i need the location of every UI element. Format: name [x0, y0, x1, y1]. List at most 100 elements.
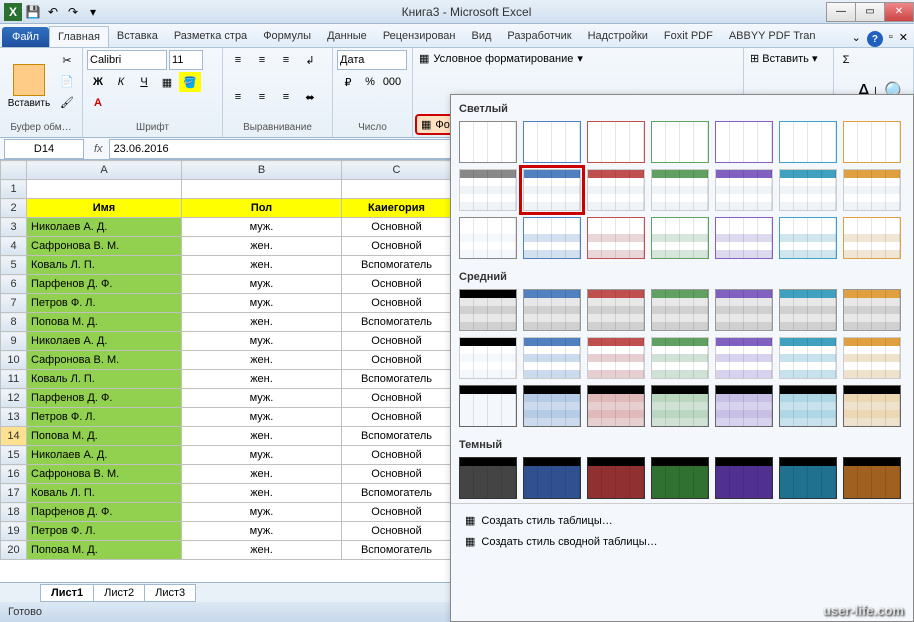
conditional-formatting-button[interactable]: ▦ Условное форматирование ▾	[415, 50, 741, 67]
name-box[interactable]: D14	[4, 139, 84, 159]
align-middle-icon[interactable]: ≡	[251, 50, 273, 70]
cell[interactable]: муж.	[182, 294, 342, 313]
cell[interactable]: Коваль Л. П.	[27, 256, 182, 275]
align-center-icon[interactable]: ≡	[251, 87, 273, 107]
table-style-thumb[interactable]	[587, 217, 645, 259]
cell[interactable]: Основной	[342, 465, 452, 484]
table-style-thumb[interactable]	[843, 457, 901, 499]
cell[interactable]: Сафронова В. М.	[27, 237, 182, 256]
ribbon-tab[interactable]: Формулы	[255, 26, 319, 47]
cell[interactable]: Основной	[342, 446, 452, 465]
row-header[interactable]: 14	[1, 427, 27, 446]
ribbon-tab[interactable]: Главная	[49, 26, 109, 47]
ribbon-tab[interactable]: ABBYY PDF Tran	[721, 26, 824, 47]
window-restore-icon[interactable]: ▫	[889, 31, 893, 47]
cell[interactable]: Основной	[342, 408, 452, 427]
table-style-thumb[interactable]	[459, 385, 517, 427]
cell[interactable]: Парфенов Д. Ф.	[27, 389, 182, 408]
redo-icon[interactable]: ↷	[64, 3, 82, 21]
table-style-thumb[interactable]	[779, 385, 837, 427]
select-all-corner[interactable]	[1, 161, 27, 180]
table-style-thumb[interactable]	[459, 217, 517, 259]
sheet-tab[interactable]: Лист3	[144, 584, 196, 602]
close-button[interactable]: ✕	[884, 2, 914, 22]
column-header[interactable]: A	[27, 161, 182, 180]
cell[interactable]: Каиегория	[342, 199, 452, 218]
table-style-thumb[interactable]	[715, 217, 773, 259]
row-header[interactable]: 20	[1, 541, 27, 560]
table-style-thumb[interactable]	[587, 289, 645, 331]
row-header[interactable]: 16	[1, 465, 27, 484]
align-bottom-icon[interactable]: ≡	[275, 50, 297, 70]
table-style-thumb[interactable]	[523, 217, 581, 259]
cell[interactable]: Николаев А. Д.	[27, 332, 182, 351]
table-style-thumb[interactable]	[779, 337, 837, 379]
cell[interactable]: Основной	[342, 332, 452, 351]
row-header[interactable]: 2	[1, 199, 27, 218]
row-header[interactable]: 18	[1, 503, 27, 522]
table-style-thumb[interactable]	[843, 217, 901, 259]
cell[interactable]: муж.	[182, 522, 342, 541]
table-style-thumb[interactable]	[779, 289, 837, 331]
cell[interactable]: жен.	[182, 237, 342, 256]
cell[interactable]: жен.	[182, 427, 342, 446]
align-left-icon[interactable]: ≡	[227, 87, 249, 107]
table-style-thumb[interactable]	[651, 169, 709, 211]
ribbon-tab[interactable]: Вид	[464, 26, 500, 47]
cell[interactable]: Основной	[342, 237, 452, 256]
new-pivot-style-button[interactable]: ▦ Создать стиль сводной таблицы…	[457, 531, 907, 552]
cell[interactable]: муж.	[182, 503, 342, 522]
table-style-thumb[interactable]	[459, 169, 517, 211]
minimize-button[interactable]: —	[826, 2, 856, 22]
format-painter-icon[interactable]: 🖌	[56, 92, 78, 112]
align-top-icon[interactable]: ≡	[227, 50, 249, 70]
fx-icon[interactable]: fx	[88, 143, 109, 155]
cell[interactable]: Основной	[342, 294, 452, 313]
cell[interactable]: муж.	[182, 275, 342, 294]
row-header[interactable]: 3	[1, 218, 27, 237]
font-color-button[interactable]: A	[87, 93, 109, 113]
table-style-thumb[interactable]	[459, 121, 517, 163]
ribbon-tab[interactable]: Разработчик	[499, 26, 579, 47]
excel-icon[interactable]: X	[4, 3, 22, 21]
row-header[interactable]: 7	[1, 294, 27, 313]
table-style-thumb[interactable]	[587, 385, 645, 427]
cell[interactable]: Петров Ф. Л.	[27, 522, 182, 541]
cell[interactable]: Попова М. Д.	[27, 427, 182, 446]
row-header[interactable]: 19	[1, 522, 27, 541]
table-style-thumb[interactable]	[715, 457, 773, 499]
help-icon[interactable]: ?	[867, 31, 883, 47]
table-style-thumb[interactable]	[715, 337, 773, 379]
cell[interactable]: жен.	[182, 370, 342, 389]
table-style-thumb[interactable]	[715, 169, 773, 211]
undo-icon[interactable]: ↶	[44, 3, 62, 21]
cell[interactable]: Сафронова В. М.	[27, 465, 182, 484]
table-style-thumb[interactable]	[843, 337, 901, 379]
wrap-text-icon[interactable]: ↲	[299, 50, 321, 70]
insert-cells-button[interactable]: ⊞ Вставить ▾	[746, 50, 831, 67]
table-style-thumb[interactable]	[587, 169, 645, 211]
cell[interactable]: жен.	[182, 256, 342, 275]
table-style-thumb[interactable]	[715, 289, 773, 331]
row-header[interactable]: 11	[1, 370, 27, 389]
table-style-thumb[interactable]	[651, 457, 709, 499]
table-style-thumb[interactable]	[843, 385, 901, 427]
cell[interactable]: Вспомогатель	[342, 370, 452, 389]
table-style-thumb[interactable]	[459, 457, 517, 499]
bold-button[interactable]: Ж	[87, 72, 109, 92]
cell[interactable]: Парфенов Д. Ф.	[27, 503, 182, 522]
cell[interactable]: Вспомогатель	[342, 427, 452, 446]
table-style-thumb[interactable]	[459, 337, 517, 379]
save-icon[interactable]: 💾	[24, 3, 42, 21]
qat-dropdown-icon[interactable]: ▾	[84, 3, 102, 21]
percent-icon[interactable]: %	[359, 72, 381, 92]
cell[interactable]: Николаев А. Д.	[27, 218, 182, 237]
cell[interactable]: Вспомогатель	[342, 313, 452, 332]
ribbon-tab[interactable]: Вставка	[109, 26, 166, 47]
paste-button[interactable]: Вставить	[4, 50, 54, 122]
sheet-tab[interactable]: Лист2	[93, 584, 145, 602]
font-name-combo[interactable]	[87, 50, 167, 70]
table-style-thumb[interactable]	[843, 169, 901, 211]
autosum-icon[interactable]: Σ	[838, 50, 854, 70]
column-header[interactable]: C	[342, 161, 452, 180]
